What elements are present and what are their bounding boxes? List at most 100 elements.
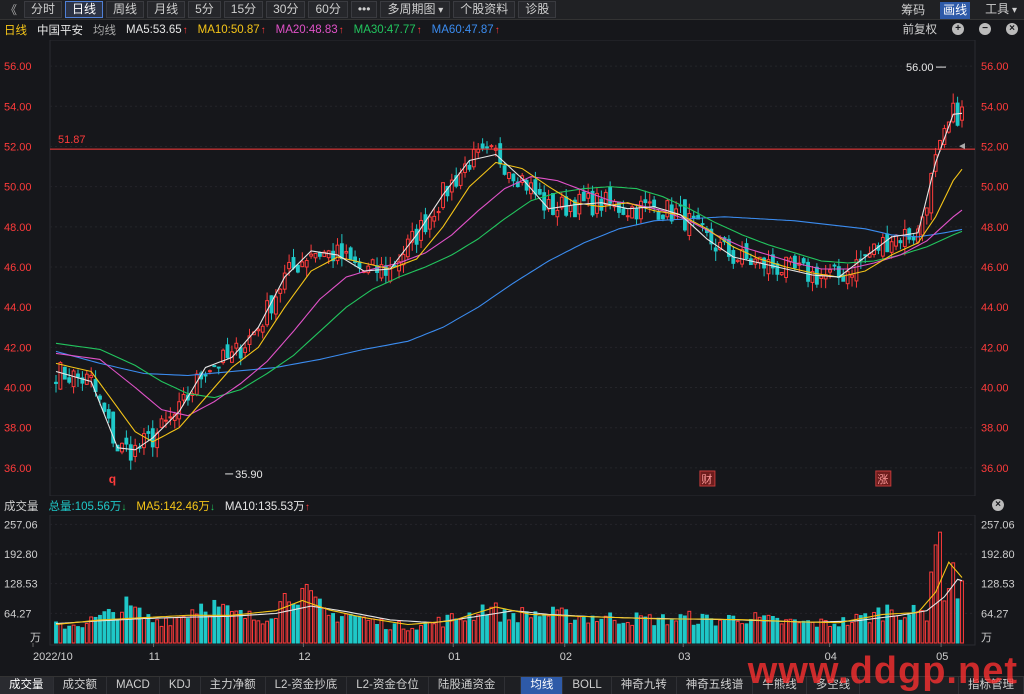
volume-bar xyxy=(401,628,406,644)
volume-bar xyxy=(177,616,182,644)
period-button[interactable]: 多周期图 xyxy=(380,1,451,18)
period-button[interactable]: ••• xyxy=(350,1,378,18)
close-icon[interactable]: × xyxy=(992,499,1004,511)
candle xyxy=(880,233,885,261)
overlay-tab[interactable]: 神奇五线谱 xyxy=(677,677,754,694)
candle xyxy=(902,219,907,256)
y-tick-label-left: 56.00 xyxy=(4,61,32,73)
fuquan-select[interactable]: 前复权 xyxy=(903,21,938,37)
volume-bar xyxy=(797,622,802,644)
y-tick-label-left: 48.00 xyxy=(4,222,32,234)
volume-bar xyxy=(951,562,956,644)
volume-bar xyxy=(581,616,586,644)
y-tick-label-right: 38.00 xyxy=(981,423,1009,435)
volume-bar xyxy=(67,625,72,644)
overlay-tab[interactable]: 神奇九转 xyxy=(612,677,677,694)
candle xyxy=(713,238,718,261)
zoom-in-icon[interactable]: + xyxy=(952,23,964,35)
candlestick-chart[interactable]: 56.00 56.00 54.00 54.00 52.00 52.00 50.00 50.00… xyxy=(0,40,1024,496)
candle-body xyxy=(489,145,494,148)
volume-bar xyxy=(375,624,379,644)
period-button[interactable]: 5分 xyxy=(188,1,221,18)
volume-bar xyxy=(898,619,903,644)
candle xyxy=(599,190,604,217)
volume-bar xyxy=(331,613,336,644)
candle xyxy=(339,234,344,267)
x-tick-label: 01 xyxy=(448,651,460,663)
indicator-tab[interactable]: MACD xyxy=(107,677,160,694)
candle-body xyxy=(656,211,661,220)
volume-bar xyxy=(894,615,898,644)
period-button[interactable]: 15分 xyxy=(223,1,264,18)
candle xyxy=(260,324,265,339)
overlay-tab[interactable]: 均线 xyxy=(521,677,564,694)
volume-bar xyxy=(111,612,116,644)
candle xyxy=(753,250,758,269)
period-button[interactable]: 分时 xyxy=(24,1,63,18)
volume-bar xyxy=(251,619,256,644)
candle-body xyxy=(639,200,643,220)
volume-bar xyxy=(208,614,212,644)
period-button[interactable]: 诊股 xyxy=(518,1,557,18)
indicator-tab[interactable]: 成交量 xyxy=(0,677,54,694)
period-button[interactable]: 30分 xyxy=(266,1,306,18)
indicator-tab[interactable]: L2-资金仓位 xyxy=(347,677,429,694)
volume-bar xyxy=(639,615,643,644)
period-button[interactable]: 周线 xyxy=(106,1,145,18)
period-button[interactable]: 个股资料 xyxy=(453,1,516,18)
period-toolbar: 《 分时日线周线月线5分15分30分60分•••多周期图个股资料诊股 筹码画线工… xyxy=(0,0,1024,20)
candle-body xyxy=(551,193,555,215)
candle-body xyxy=(661,214,665,220)
ma-legend-item: MA30:47.77↑ xyxy=(354,24,422,36)
volume-bar xyxy=(137,607,142,644)
candle xyxy=(590,185,595,218)
volume-bar xyxy=(652,625,657,644)
volume-bar xyxy=(524,611,529,644)
candle xyxy=(436,206,441,221)
volume-bar xyxy=(718,619,723,644)
volume-bar xyxy=(938,531,942,644)
volume-bar xyxy=(955,598,960,644)
close-icon[interactable]: × xyxy=(1006,23,1018,35)
marker-q: q xyxy=(109,472,116,486)
high-price-label: 56.00 xyxy=(906,62,934,74)
candle-body xyxy=(498,143,503,165)
period-button[interactable]: 60分 xyxy=(308,1,348,18)
ma-legend-value: MA30:47.77 xyxy=(353,24,416,36)
volume-bar xyxy=(533,611,538,644)
ma-label[interactable]: 均线 xyxy=(93,22,116,38)
candle xyxy=(564,189,569,218)
volume-y-tick-left: 64.27 xyxy=(4,608,32,620)
hline-label: 51.87 xyxy=(58,134,86,146)
toolbar-link[interactable]: 工具 xyxy=(982,1,1020,19)
period-button[interactable]: 日线 xyxy=(65,1,104,18)
ma-legend-value: MA60:47.87 xyxy=(431,24,494,36)
candle xyxy=(84,370,89,385)
candle xyxy=(58,361,63,390)
volume-bar xyxy=(836,626,841,644)
candle xyxy=(168,407,173,426)
volume-bar xyxy=(674,620,679,644)
period-button[interactable]: 月线 xyxy=(147,1,186,18)
volume-bar xyxy=(828,626,832,644)
volume-bar xyxy=(577,616,582,644)
indicator-tab[interactable]: KDJ xyxy=(160,677,201,694)
volume-bar xyxy=(740,623,745,644)
stock-name: 中国平安 xyxy=(37,25,83,37)
volume-bar xyxy=(872,611,876,644)
candle xyxy=(951,93,956,124)
overlay-tab[interactable]: BOLL xyxy=(563,677,612,694)
candle-body xyxy=(485,146,489,149)
toolbar-link[interactable]: 画线 xyxy=(940,1,971,19)
volume-bar xyxy=(133,606,138,644)
x-tick-label: 12 xyxy=(298,651,310,663)
candle-body xyxy=(225,344,230,359)
indicator-tab[interactable]: 陆股通资金 xyxy=(429,677,506,694)
volume-bar xyxy=(317,598,322,644)
indicator-tab[interactable]: 主力净额 xyxy=(201,677,266,694)
toolbar-link[interactable]: 筹码 xyxy=(898,2,928,19)
indicator-tab[interactable]: L2-资金抄底 xyxy=(266,677,348,694)
indicator-tab[interactable]: 成交额 xyxy=(54,677,107,694)
zoom-out-icon[interactable]: − xyxy=(979,23,991,35)
double-chevron-left-icon[interactable]: 《 xyxy=(2,1,20,18)
